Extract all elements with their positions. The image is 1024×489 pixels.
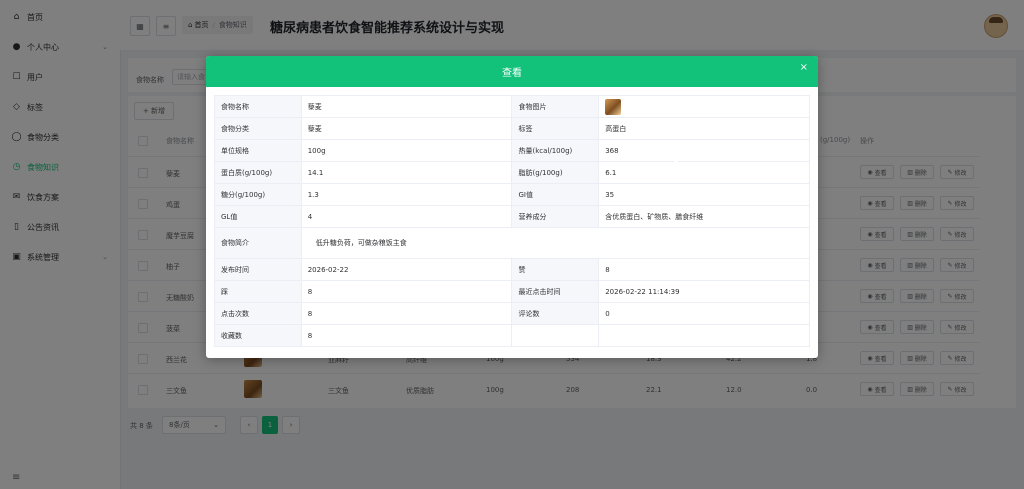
field-label: 食物图片 [511, 95, 600, 118]
field-value: 1.3 [300, 183, 513, 206]
field-label: 点击次数 [214, 302, 302, 325]
field-value: 35 [598, 183, 810, 206]
field-value: 2026-02-22 11:14:39 [598, 280, 810, 303]
field-value: 藜麦 [300, 95, 513, 118]
field-label: GI值 [511, 183, 600, 206]
food-image[interactable] [605, 98, 622, 115]
dialog-title: 查看 [502, 68, 522, 79]
field-label: 食物简介 [214, 227, 302, 259]
field-label: 评论数 [511, 302, 600, 325]
field-label: 脂肪(g/100g) [511, 161, 600, 184]
field-label: 发布时间 [214, 258, 302, 281]
field-label: 食物分类 [214, 117, 302, 140]
field-label: 食物名称 [214, 95, 302, 118]
field-value: 14.1 [300, 161, 513, 184]
field-label: 单位规格 [214, 139, 302, 162]
field-value: 368 [598, 139, 810, 162]
field-value: 8 [300, 280, 513, 303]
field-value: 100g [300, 139, 513, 162]
empty-cell [511, 324, 600, 347]
detail-dialog: 查看 × 食物名称 藜麦 食物图片 食物分类 藜麦 标签 高蛋白 单位规格 10… [206, 56, 818, 358]
field-value: 高蛋白 [598, 117, 810, 140]
field-label: 糖分(g/100g) [214, 183, 302, 206]
field-value: 藜麦 [300, 117, 513, 140]
field-label: 营养成分 [511, 205, 600, 228]
field-value: 8 [300, 324, 513, 347]
field-value: 8 [300, 302, 513, 325]
food-image-cell [598, 95, 810, 118]
field-value: 0 [598, 302, 810, 325]
field-label: GL值 [214, 205, 302, 228]
dialog-header: 查看 × [206, 56, 818, 87]
field-value: 含优质蛋白、矿物质、膳食纤维 [598, 205, 810, 228]
field-label: 标签 [511, 117, 600, 140]
field-value: 2026-02-22 [300, 258, 513, 281]
field-label: 赞 [511, 258, 600, 281]
field-value: 低升糖负荷，可做杂粮饭主食 [300, 227, 811, 259]
detail-table: 食物名称 藜麦 食物图片 食物分类 藜麦 标签 高蛋白 单位规格 100g 热量… [214, 95, 811, 347]
field-value: 4 [300, 205, 513, 228]
field-label: 热量(kcal/100g) [511, 139, 600, 162]
field-label: 蛋白质(g/100g) [214, 161, 302, 184]
field-label: 收藏数 [214, 324, 302, 347]
close-icon[interactable]: × [800, 62, 808, 73]
empty-cell [598, 324, 810, 347]
field-value: 6.1 [598, 161, 810, 184]
field-value: 8 [598, 258, 810, 281]
field-label: 最近点击时间 [511, 280, 600, 303]
field-label: 踩 [214, 280, 302, 303]
